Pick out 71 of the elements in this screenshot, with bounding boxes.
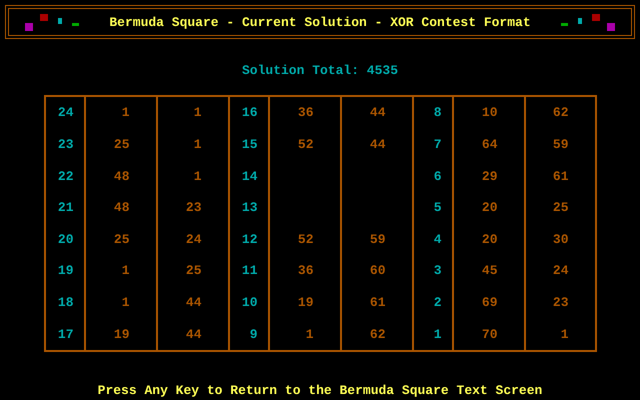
table-cell: 9 [250, 326, 258, 342]
table-cell: 44 [370, 136, 386, 152]
table-cell: 52 [298, 136, 314, 152]
table-cell: 25 [114, 136, 130, 152]
table-cell: 15 [242, 136, 258, 152]
table-cell: 18 [58, 295, 74, 310]
table-cell: 30 [552, 232, 568, 247]
table-cell: 3 [434, 263, 442, 278]
footer-prompt: Press Any Key to Return to the Bermuda Square Text Screen [98, 383, 542, 398]
table-cell: 24 [186, 232, 202, 247]
table-cell: 19 [58, 263, 74, 278]
window-title: Bermuda Square - Current Solution - XOR Contest Format [109, 14, 531, 30]
table-cell: 48 [114, 168, 130, 184]
table-cell: 44 [186, 295, 202, 310]
table-cell: 20 [58, 232, 74, 247]
table-cell: 20 [482, 232, 498, 247]
table-cell: 25 [114, 232, 130, 247]
table-cell: 19 [298, 295, 314, 310]
table-cell: 2 [434, 295, 442, 310]
table-cell: 44 [370, 105, 386, 120]
table-cell: 1 [306, 326, 314, 342]
solution-total: Solution Total: 4535 [242, 63, 398, 79]
table-cell: 16 [242, 105, 258, 120]
table-cell: 14 [242, 168, 258, 184]
table-cell: 25 [552, 200, 568, 216]
table-cell: 13 [242, 200, 258, 216]
table-cell: 23 [186, 200, 202, 216]
table-cell: 5 [434, 200, 442, 216]
table-cell: 19 [114, 326, 130, 342]
table-cell: 22 [58, 168, 74, 184]
table-cell: 1 [560, 326, 568, 342]
table-cell: 21 [58, 200, 74, 216]
table-cell: 1 [434, 326, 442, 342]
table-cell: 29 [482, 168, 498, 184]
table-cell: 6 [434, 168, 442, 184]
table-cell: 4 [434, 232, 442, 247]
table-cell: 10 [242, 295, 258, 310]
table-cell: 17 [58, 326, 74, 342]
table-cell: 61 [370, 295, 386, 310]
table-cell: 8 [434, 105, 442, 120]
table-cell: 62 [370, 326, 386, 342]
table-cell: 70 [482, 326, 498, 342]
table-cell: 61 [552, 168, 568, 184]
table-cell: 1 [122, 263, 130, 278]
table-cell: 36 [298, 105, 314, 120]
table-cell: 24 [552, 263, 568, 278]
table-cell: 24 [58, 105, 74, 120]
table-cell: 62 [552, 105, 568, 120]
table-cell: 23 [552, 295, 568, 310]
table-cell: 59 [552, 136, 568, 152]
table-cell: 11 [242, 263, 258, 278]
table-cell: 69 [482, 295, 498, 310]
table-cell: 48 [114, 200, 130, 216]
table-cell: 1 [194, 105, 202, 120]
table-cell: 1 [194, 168, 202, 184]
table-cell: 36 [298, 263, 314, 278]
table-cell: 7 [434, 136, 442, 152]
table-cell: 23 [58, 136, 74, 152]
table-cell: 52 [298, 232, 314, 247]
table-cell: 1 [122, 105, 130, 120]
table-cell: 10 [482, 105, 498, 120]
table-cell: 60 [370, 263, 386, 278]
table-cell: 12 [242, 232, 258, 247]
table-cell: 59 [370, 232, 386, 247]
table-cell: 1 [194, 136, 202, 152]
table-cell: 44 [186, 326, 202, 342]
table-cell: 64 [482, 136, 498, 152]
table-cell: 20 [482, 200, 498, 216]
table-cell: 25 [186, 263, 202, 278]
table-cell: 1 [122, 295, 130, 310]
table-cell: 45 [482, 263, 498, 278]
